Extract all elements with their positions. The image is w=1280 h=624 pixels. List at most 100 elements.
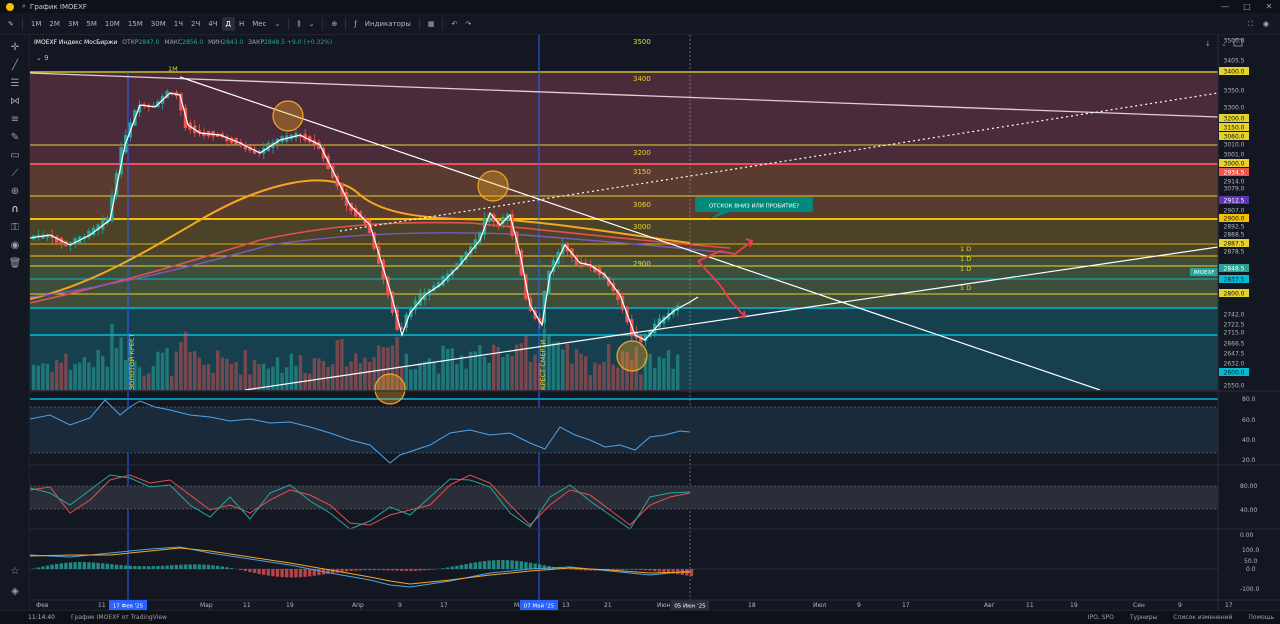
tf-30m[interactable]: 30М <box>147 13 170 35</box>
tf-15m[interactable]: 15М <box>124 13 147 35</box>
tf-2m[interactable]: 2М <box>45 13 64 35</box>
tf-1m[interactable]: 1М <box>27 13 46 35</box>
indicators-icon[interactable]: ƒ <box>350 13 360 35</box>
comment-icon[interactable]: ▭ <box>0 147 30 165</box>
lock-icon[interactable]: ⚿ <box>0 219 30 237</box>
tf-10m[interactable]: 10М <box>101 13 124 35</box>
tf-5m[interactable]: 5М <box>82 13 101 35</box>
time-tick: 9 <box>1178 602 1182 609</box>
indicators-button[interactable]: Индикаторы <box>361 13 415 35</box>
price-tick: 2848.5 <box>1224 266 1245 273</box>
price-tick: 2892.5 <box>1224 224 1245 231</box>
time-tick: 17 <box>902 602 910 609</box>
tf-label-1d-a: 1 D <box>960 245 971 253</box>
magnet-icon[interactable]: ∩ <box>0 201 30 219</box>
fullscreen-icon[interactable]: ⛶ <box>1243 13 1258 35</box>
price-tick: 2914.0 <box>1224 179 1245 186</box>
time-tick: 11 <box>1026 602 1034 609</box>
time-tick: Июл <box>813 602 827 609</box>
close-value: 2848.5 <box>264 39 286 46</box>
add-compare-icon[interactable]: ⊕ <box>327 13 341 35</box>
level-label-3000: 3000 <box>633 223 651 231</box>
eye-icon[interactable]: ◉ <box>0 237 30 255</box>
time-axis: Фев 11 Мар 11 19 Апр 9 17 Ма 13 21 Июн 18 Июл 9 17 Авг 11… <box>30 599 1280 610</box>
price-tick: 2666.5 <box>1224 341 1245 348</box>
price-tick: 3010.0 <box>1224 142 1245 149</box>
price-tick: 3350.0 <box>1224 88 1245 95</box>
ipo-link[interactable]: IPO, SPO <box>1088 614 1114 621</box>
tf-2h[interactable]: 2Ч <box>187 13 204 35</box>
level-label-3060: 3060 <box>633 201 651 209</box>
title-bar: ⌕ График IMOEXF — □ ✕ <box>0 0 1280 13</box>
tournaments-link[interactable]: Турниры <box>1130 614 1157 621</box>
indicator-toggle[interactable]: ⌄ 9 <box>36 54 49 62</box>
rsi-axis-80: 80.0 <box>1242 396 1256 403</box>
time-tick: Мар <box>200 602 213 609</box>
close-icon[interactable]: ✕ <box>1258 0 1280 13</box>
star-icon[interactable]: ☆ <box>0 563 30 581</box>
ohlc-legend: IMOEXF Индекс МосБиржи ОТКР2847.0 МАКС28… <box>34 39 333 46</box>
candles-icon[interactable]: ⫼ <box>293 13 304 35</box>
change-value: +9.0 (+0.32%) <box>286 39 333 46</box>
price-tick: 2907.0 <box>1224 208 1245 215</box>
zoom-icon[interactable]: ⊕ <box>0 183 30 201</box>
tf-1h[interactable]: 1Ч <box>170 13 187 35</box>
low-value: 2843.0 <box>222 39 244 46</box>
price-tick: 2912.5 <box>1224 198 1245 205</box>
drawing-toolbar: ✛ ╱ ☰ ⋈ ≡ ✎ ▭ ⟋ ⊕ ∩ ⚿ ◉ 🗑 ☆ ◈ <box>0 35 30 610</box>
symbol-name[interactable]: IMOEXF Индекс МосБиржи <box>34 39 117 46</box>
level-label-3500: 3500 <box>633 38 651 46</box>
tf-month[interactable]: Мес <box>248 13 270 35</box>
chart-caption[interactable]: График IMOEXF от TradingView <box>71 614 167 621</box>
time-tick: 18 <box>748 602 756 609</box>
time-tick: Авг <box>984 602 995 609</box>
camera-icon[interactable]: ◉ <box>1258 13 1274 35</box>
tf-label-1d-d: 1 D <box>960 284 971 292</box>
redo-icon[interactable]: ↷ <box>461 13 475 35</box>
time-tick: Апр <box>352 602 364 609</box>
chevron-down-icon[interactable]: ⌄ <box>305 13 319 35</box>
tf-3m[interactable]: 3М <box>64 13 83 35</box>
time-tick: 19 <box>286 602 294 609</box>
price-tick: 3200.0 <box>1224 116 1245 123</box>
divider <box>288 17 290 30</box>
measure-icon[interactable]: ⟋ <box>0 165 30 183</box>
chart-area[interactable]: ОТСКОК ВНИЗ ИЛИ ПРОБИТИЕ? 3500 3400 3200… <box>30 35 1280 610</box>
minimize-icon[interactable]: — <box>1214 0 1236 13</box>
price-tick: 3079.0 <box>1224 186 1245 193</box>
time-tick: 11 <box>98 602 106 609</box>
trendline-icon[interactable]: ╱ <box>0 57 30 75</box>
layers-icon[interactable]: ◈ <box>0 583 30 601</box>
scroll-down-icon[interactable]: ↓ <box>1205 40 1211 48</box>
divider <box>21 17 23 30</box>
price-tick: 2887.5 <box>1224 241 1245 248</box>
tf-4h[interactable]: 4Ч <box>204 13 221 35</box>
help-link[interactable]: Помощь <box>1248 614 1274 621</box>
trash-icon[interactable]: 🗑 <box>0 255 30 273</box>
pattern-icon[interactable]: ⋈ <box>0 93 30 111</box>
crosshair-icon[interactable]: ✛ <box>0 39 30 57</box>
tf-week[interactable]: Н <box>235 13 248 35</box>
ruler-icon[interactable]: ≡ <box>0 111 30 129</box>
maximize-icon[interactable]: □ <box>1236 0 1258 13</box>
collapse-icon[interactable]: ⌄ <box>1221 40 1227 48</box>
stoch-axis-0: 0.00 <box>1240 532 1254 539</box>
layout-icon[interactable]: ▦ <box>424 13 439 35</box>
tf-day[interactable]: Д <box>221 16 235 31</box>
search-icon[interactable]: ⌕ <box>22 2 26 11</box>
price-tick: 3000.0 <box>1224 161 1245 168</box>
price-tick: 3400.0 <box>1224 69 1245 76</box>
undo-icon[interactable]: ↶ <box>447 13 461 35</box>
price-tick: 2888.5 <box>1224 232 1245 239</box>
chevron-down-icon[interactable]: ⌄ <box>270 13 284 35</box>
brush-icon[interactable]: ✎ <box>0 129 30 147</box>
changes-link[interactable]: Список изменений <box>1173 614 1232 621</box>
fib-icon[interactable]: ☰ <box>0 75 30 93</box>
rsi-pane <box>30 390 1280 464</box>
time-tick: 11 <box>243 602 251 609</box>
price-tick: 3405.5 <box>1224 58 1245 65</box>
level-label-3150: 3150 <box>633 168 651 176</box>
level-label-2900: 2900 <box>633 260 651 268</box>
level-label-3200: 3200 <box>633 149 651 157</box>
pencil-icon[interactable]: ✎ <box>4 13 18 35</box>
